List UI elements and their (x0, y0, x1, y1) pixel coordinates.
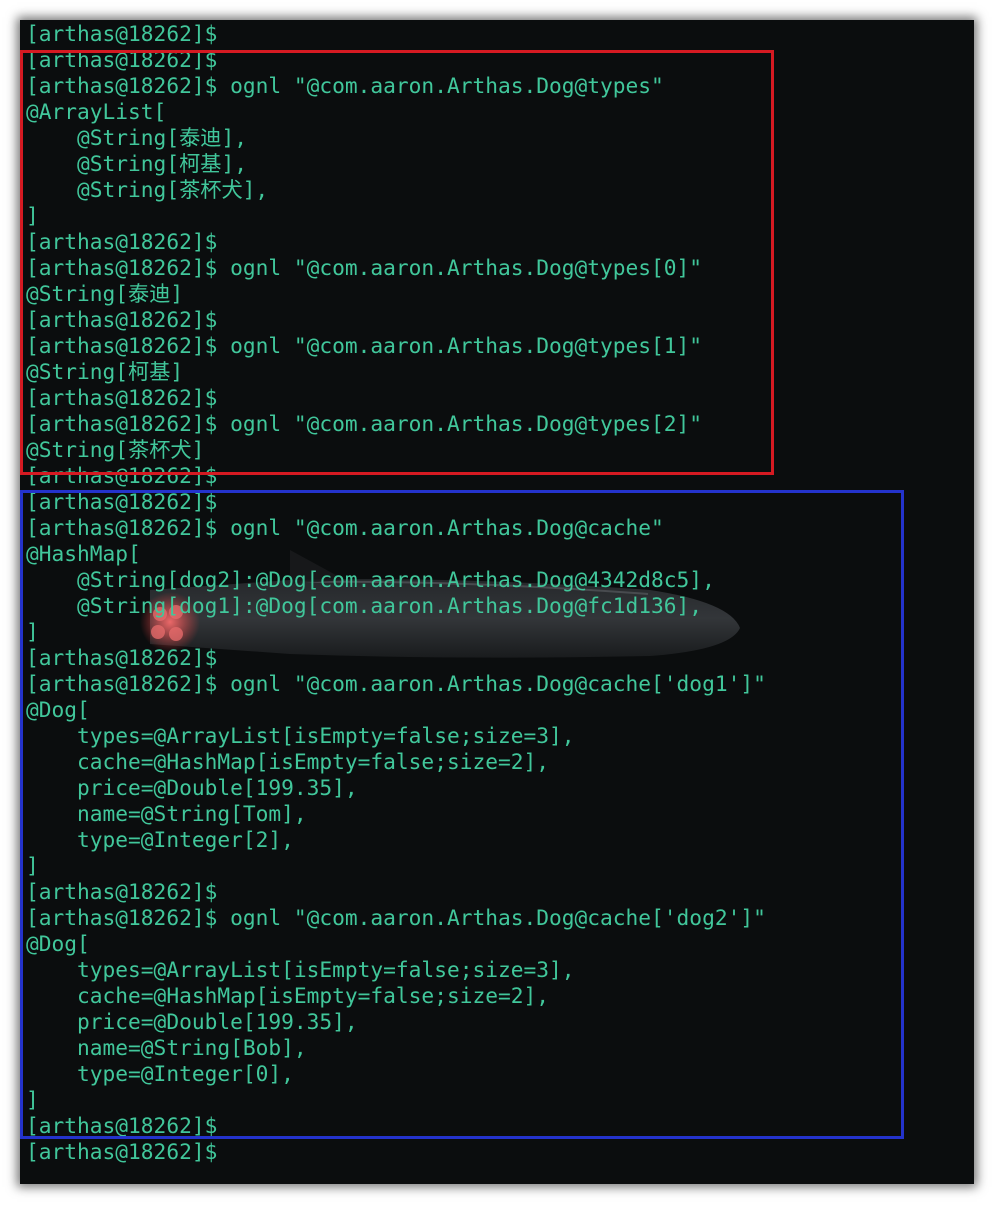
terminal-line: [arthas@18262]$ ognl "@com.aaron.Arthas.… (26, 411, 703, 436)
terminal-line: type=@Integer[0], (26, 1061, 294, 1086)
terminal-line: [arthas@18262]$ ognl "@com.aaron.Arthas.… (26, 73, 664, 98)
terminal-window[interactable]: [arthas@18262]$ [arthas@18262]$ [arthas@18… (20, 20, 974, 1184)
terminal-line: @String[茶杯犬] (26, 437, 205, 462)
terminal-line: [arthas@18262]$ ognl "@com.aaron.Arthas.… (26, 671, 766, 696)
terminal-line: types=@ArrayList[isEmpty=false;size=3], (26, 723, 575, 748)
terminal-line: [arthas@18262]$ (26, 463, 218, 488)
terminal-line: ] (26, 1087, 39, 1112)
terminal-line: [arthas@18262]$ ognl "@com.aaron.Arthas.… (26, 905, 766, 930)
terminal-line: [arthas@18262]$ ognl "@com.aaron.Arthas.… (26, 515, 664, 540)
terminal-line: cache=@HashMap[isEmpty=false;size=2], (26, 749, 549, 774)
terminal-line: @String[茶杯犬], (26, 177, 269, 202)
terminal-line: @String[dog1]:@Dog[com.aaron.Arthas.Dog@… (26, 593, 703, 618)
terminal-line: [arthas@18262]$ (26, 47, 218, 72)
terminal-line: [arthas@18262]$ (26, 229, 218, 254)
terminal-line: ] (26, 853, 39, 878)
terminal-line: @Dog[ (26, 931, 90, 956)
terminal-line: [arthas@18262]$ (26, 879, 218, 904)
terminal-line: cache=@HashMap[isEmpty=false;size=2], (26, 983, 549, 1008)
terminal-line: @HashMap[ (26, 541, 141, 566)
terminal-line: name=@String[Bob], (26, 1035, 307, 1060)
terminal-line: @String[柯基] (26, 359, 184, 384)
terminal-line: type=@Integer[2], (26, 827, 294, 852)
terminal-output[interactable]: [arthas@18262]$ [arthas@18262]$ [arthas@18… (26, 21, 766, 1165)
terminal-line: [arthas@18262]$ (26, 1139, 218, 1164)
terminal-line: [arthas@18262]$ (26, 489, 218, 514)
terminal-line: ] (26, 619, 39, 644)
terminal-line: ] (26, 203, 39, 228)
terminal-line: @String[dog2]:@Dog[com.aaron.Arthas.Dog@… (26, 567, 715, 592)
terminal-line: @String[泰迪] (26, 281, 184, 306)
terminal-line: [arthas@18262]$ (26, 385, 218, 410)
terminal-line: price=@Double[199.35], (26, 1009, 358, 1034)
terminal-line: types=@ArrayList[isEmpty=false;size=3], (26, 957, 575, 982)
terminal-line: [arthas@18262]$ ognl "@com.aaron.Arthas.… (26, 333, 703, 358)
terminal-line: [arthas@18262]$ (26, 21, 218, 46)
terminal-line: [arthas@18262]$ (26, 307, 218, 332)
terminal-line: price=@Double[199.35], (26, 775, 358, 800)
terminal-line: @String[泰迪], (26, 125, 247, 150)
terminal-line: [arthas@18262]$ (26, 645, 218, 670)
terminal-line: @String[柯基], (26, 151, 247, 176)
terminal-line: name=@String[Tom], (26, 801, 307, 826)
terminal-line: [arthas@18262]$ (26, 1113, 218, 1138)
terminal-line: @Dog[ (26, 697, 90, 722)
terminal-line: [arthas@18262]$ ognl "@com.aaron.Arthas.… (26, 255, 703, 280)
terminal-line: @ArrayList[ (26, 99, 167, 124)
